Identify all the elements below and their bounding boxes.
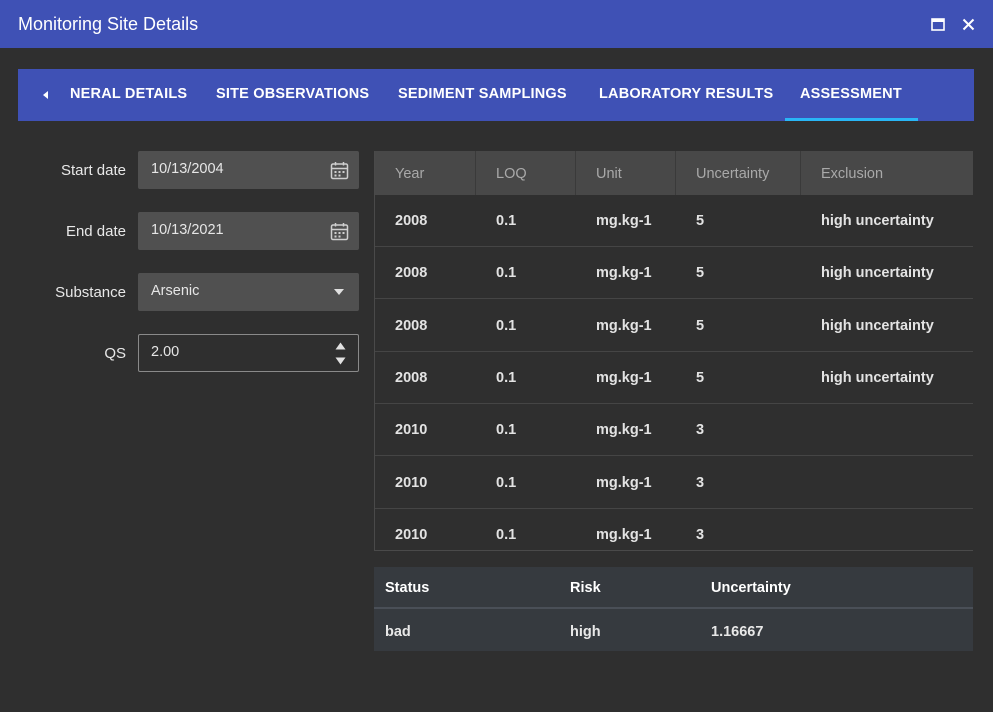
summary-header-risk: Risk [570,580,601,596]
table-row[interactable]: 2010 0.1 mg.kg-1 3 [375,509,973,550]
cell-year: 2008 [395,213,428,229]
triangle-left-icon [43,91,48,99]
window-titlebar: Monitoring Site Details [0,0,993,48]
start-date-value: 10/13/2004 [151,161,224,177]
start-date-label: Start date [60,162,126,179]
cell-loq: 0.1 [496,369,517,386]
summary-uncertainty-value: 1.16667 [711,624,764,640]
results-grid: Year LOQ Unit Uncertainty Exclusion 2008… [374,151,973,551]
summary-header-status: Status [385,580,430,596]
cell-uncertainty: 5 [696,213,705,229]
cell-exclusion [801,457,821,509]
window-title: Monitoring Site Details [18,13,199,34]
triangle-up-icon[interactable] [334,341,346,351]
cell-exclusion: high uncertainty [821,265,934,282]
close-icon [962,18,974,30]
cell-unit: mg.kg-1 [596,526,652,543]
tab-site-observations[interactable]: SITE OBSERVATIONS [216,69,369,121]
cell-unit: mg.kg-1 [596,265,652,282]
cell-year: 2008 [395,317,428,334]
summary-header-uncertainty: Uncertainty [711,580,791,596]
substance-select[interactable]: Arsenic [138,273,359,311]
cell-loq: 0.1 [496,474,517,491]
cell-exclusion [801,509,821,550]
cell-unit: mg.kg-1 [596,369,652,386]
cell-exclusion: high uncertainty [821,317,934,334]
cell-year: 2010 [395,474,428,491]
cell-uncertainty: 5 [696,265,705,282]
cell-loq: 0.1 [496,213,517,229]
triangle-down-icon[interactable] [334,356,346,366]
assessment-summary: Status Risk Uncertainty bad high 1.16667 [374,567,973,651]
cell-uncertainty: 3 [696,474,705,491]
calendar-icon[interactable] [329,160,349,180]
cell-unit: mg.kg-1 [596,474,652,491]
tab-laboratory-results[interactable]: LABORATORY RESULTS [599,69,773,121]
substance-value: Arsenic [151,283,200,299]
column-header-year[interactable]: Year [375,151,476,195]
calendar-icon[interactable] [329,221,349,241]
cell-unit: mg.kg-1 [596,213,652,229]
maximize-button[interactable] [927,13,949,35]
cell-uncertainty: 3 [696,526,705,543]
end-date-value: 10/13/2021 [151,222,224,238]
summary-header [374,567,973,609]
cell-uncertainty: 5 [696,317,705,334]
column-header-loq[interactable]: LOQ [476,151,576,195]
column-header-exclusion[interactable]: Exclusion [801,151,973,195]
close-button[interactable] [957,13,979,35]
grid-header: Year LOQ Unit Uncertainty Exclusion [375,151,973,195]
table-row[interactable]: 2008 0.1 mg.kg-1 5 high uncertainty [375,352,973,404]
active-tab-indicator [785,118,918,121]
tab-assessment[interactable]: ASSESSMENT [800,69,902,121]
maximize-icon [931,17,945,31]
table-row[interactable]: 2008 0.1 mg.kg-1 5 high uncertainty [375,247,973,300]
cell-exclusion: high uncertainty [821,369,934,386]
cell-unit: mg.kg-1 [596,317,652,334]
cell-loq: 0.1 [496,317,517,334]
qs-value: 2.00 [151,344,180,360]
cell-loq: 0.1 [496,422,517,439]
cell-unit: mg.kg-1 [596,422,652,439]
end-date-field[interactable]: 10/13/2021 [138,212,359,250]
table-row[interactable]: 2010 0.1 mg.kg-1 3 [375,457,973,509]
tab-general-details[interactable]: NERAL DETAILS [70,69,187,121]
cell-year: 2008 [395,369,428,386]
substance-label: Substance [55,284,126,301]
cell-uncertainty: 3 [696,422,705,439]
tab-sediment-samplings[interactable]: SEDIMENT SAMPLINGS [398,69,567,121]
cell-loq: 0.1 [496,526,517,543]
cell-year: 2010 [395,526,428,543]
cell-uncertainty: 5 [696,369,705,386]
cell-year: 2010 [395,422,428,439]
chevron-down-icon[interactable] [329,282,349,302]
end-date-label: End date [65,223,126,240]
start-date-field[interactable]: 10/13/2004 [138,151,359,189]
tab-scroll-left-button[interactable] [36,85,56,105]
summary-risk-value: high [570,624,601,640]
cell-exclusion: high uncertainty [821,213,934,229]
cell-loq: 0.1 [496,265,517,282]
table-row[interactable]: 2008 0.1 mg.kg-1 5 high uncertainty [375,195,973,247]
summary-status-value: bad [385,624,411,640]
table-row[interactable]: 2008 0.1 mg.kg-1 5 high uncertainty [375,300,973,352]
qs-stepper[interactable]: 2.00 [138,334,359,372]
cell-year: 2008 [395,265,428,282]
tab-bar: NERAL DETAILS SITE OBSERVATIONS SEDIMENT… [18,69,974,121]
table-row[interactable]: 2010 0.1 mg.kg-1 3 [375,404,973,457]
qs-label: QS [104,345,126,362]
column-header-uncertainty[interactable]: Uncertainty [676,151,801,195]
column-header-unit[interactable]: Unit [576,151,676,195]
cell-exclusion [801,404,821,456]
